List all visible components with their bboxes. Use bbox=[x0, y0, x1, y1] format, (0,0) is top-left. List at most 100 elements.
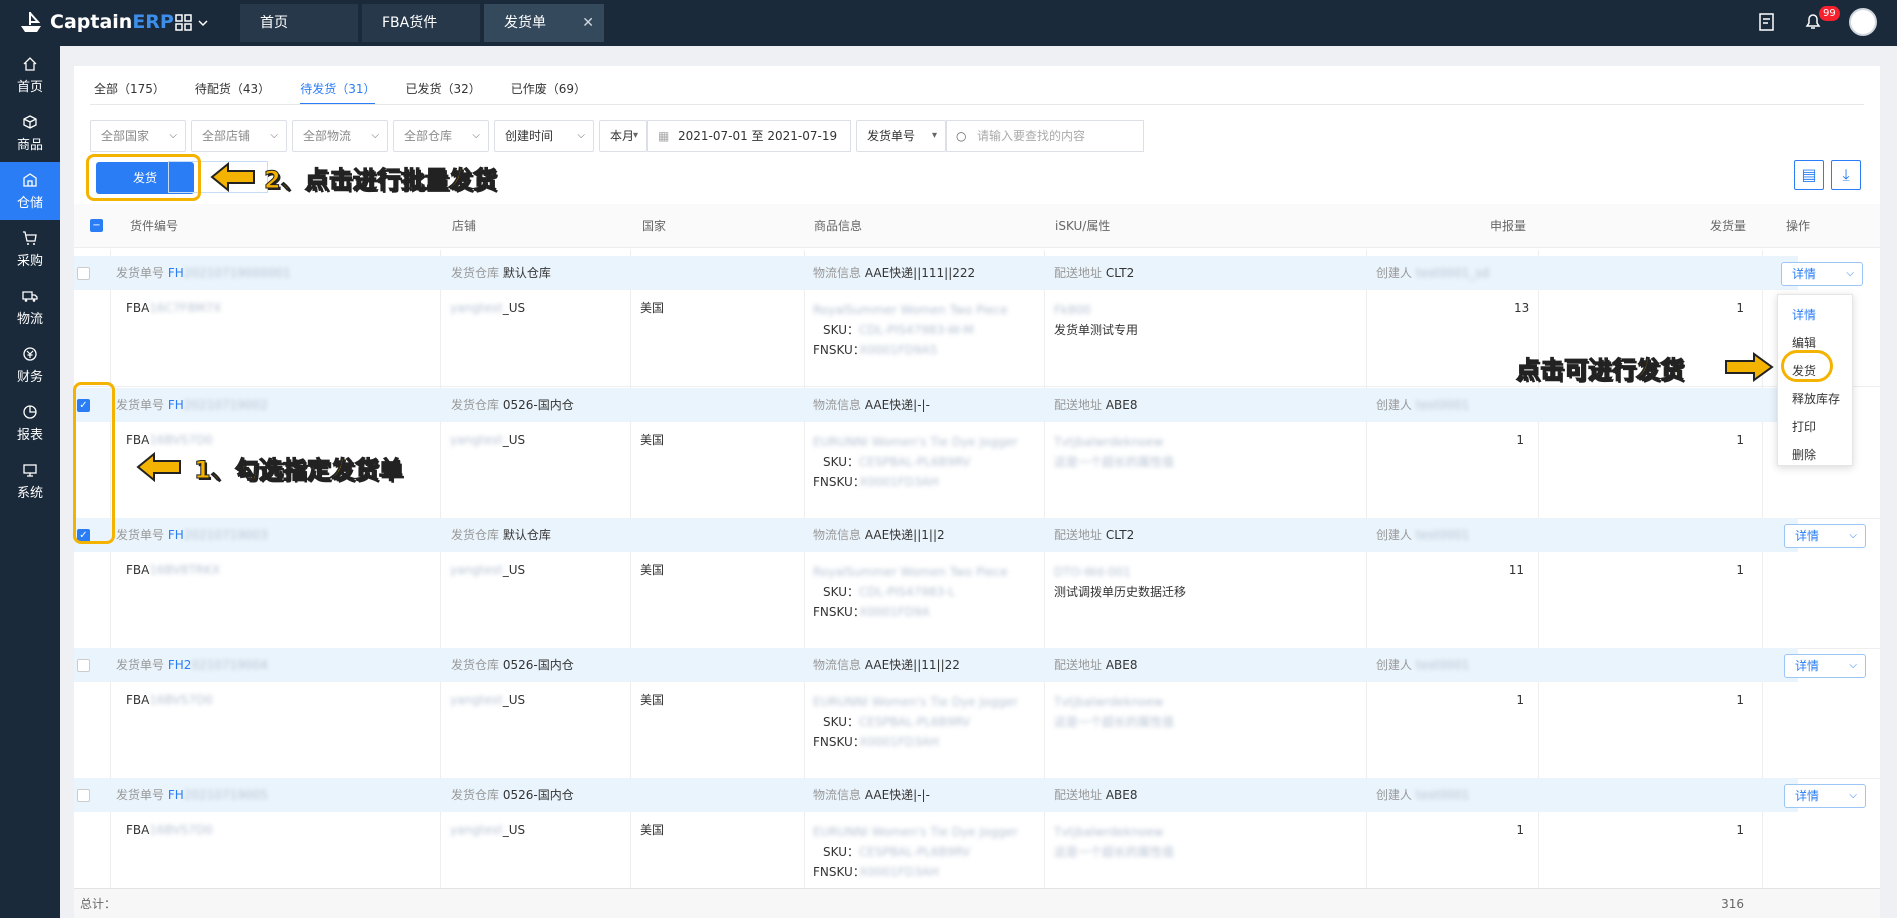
notification-button[interactable]: 99 bbox=[1803, 5, 1840, 34]
country-value: 美国 bbox=[640, 563, 665, 577]
nav-tab-home[interactable]: 首页 bbox=[240, 4, 358, 42]
select-value: 全部物流 bbox=[303, 129, 352, 143]
scrollbar[interactable] bbox=[1880, 46, 1897, 918]
detail-dropdown-button[interactable]: 详情 ⌵ bbox=[1784, 784, 1866, 808]
order-no-blurred[interactable]: 20210719000001 bbox=[184, 266, 291, 280]
order-no-blurred[interactable]: 20210719002 bbox=[184, 398, 268, 412]
sidebar-item-logistics[interactable]: 物流 bbox=[0, 278, 60, 336]
order-no-blurred[interactable]: 20210719005 bbox=[184, 788, 268, 802]
logistics-value: AAE快递||111||222 bbox=[864, 266, 976, 280]
isku-attribute: 测试调拨单历史数据迁移 bbox=[1054, 585, 1187, 599]
isku-info: Tvtjbalwrdeknoew 这是一个超长的属性值 bbox=[1054, 822, 1174, 862]
detail-label: 详情 bbox=[1795, 529, 1820, 543]
sidebar-item-reports[interactable]: 报表 bbox=[0, 394, 60, 452]
logistics-label: 物流信息 bbox=[813, 528, 862, 542]
chevron-down-icon: ⌵ bbox=[1849, 530, 1857, 541]
order-no-link[interactable]: FH bbox=[168, 398, 184, 412]
highlight-checkboxes bbox=[73, 382, 115, 544]
logistics-select[interactable]: 全部物流 ⌵ bbox=[292, 120, 388, 152]
fnsku-label: FNSKU： bbox=[813, 475, 865, 489]
fnsku-blurred: X0001FD3AH bbox=[859, 735, 939, 749]
order-no-link[interactable]: FH bbox=[168, 788, 184, 802]
order-no-link[interactable]: FH bbox=[168, 528, 184, 542]
sidebar-item-system[interactable]: 系统 bbox=[0, 452, 60, 510]
sidebar-item-home[interactable]: 首页 bbox=[0, 46, 60, 104]
detail-dropdown-button[interactable]: 详情 ⌵ bbox=[1784, 524, 1866, 548]
menu-item-print[interactable]: 打印 bbox=[1778, 413, 1852, 441]
order-no-link[interactable]: FH bbox=[168, 266, 184, 280]
grid-icon bbox=[175, 14, 192, 31]
chevron-down-icon: ⌵ bbox=[371, 130, 379, 141]
sidebar-item-products[interactable]: 商品 bbox=[0, 104, 60, 162]
column-header: 店铺 bbox=[452, 219, 477, 233]
sidebar-item-warehouse[interactable]: 仓储 bbox=[0, 162, 60, 220]
task-icon[interactable] bbox=[1757, 12, 1777, 32]
tab-voided[interactable]: 已作废（69） bbox=[511, 80, 586, 105]
tab-pending-allocation[interactable]: 待配货（43） bbox=[195, 80, 270, 105]
detail-label: 详情 bbox=[1792, 267, 1817, 281]
warehouse-label: 发货仓库 bbox=[451, 528, 500, 542]
order-no-link[interactable]: FH2 bbox=[168, 658, 192, 672]
shop-name: yangtest_US bbox=[450, 298, 525, 318]
row-checkbox[interactable] bbox=[77, 659, 90, 672]
logistics-value: AAE快递|-|- bbox=[864, 788, 930, 802]
table-row-group: ✓ 发货单号 FH20210719003 发货仓库 默认仓库 物流信息 AAE快… bbox=[74, 518, 1798, 552]
sku-label: SKU： bbox=[823, 715, 859, 729]
sidebar-item-purchase[interactable]: 采购 bbox=[0, 220, 60, 278]
nav-tab-shipping-order[interactable]: 发货单 ✕ bbox=[484, 4, 604, 42]
nav-tab-fba[interactable]: FBA货件 bbox=[362, 4, 480, 42]
time-type-select[interactable]: 创建时间 ⌵ bbox=[494, 120, 594, 152]
app-logo[interactable]: Captain ERP bbox=[18, 10, 174, 34]
logistics-label: 物流信息 bbox=[813, 658, 862, 672]
period-select[interactable]: 本月 ▾ bbox=[599, 120, 647, 152]
chevron-down-icon: ⌵ bbox=[1846, 268, 1854, 279]
isku-info: Tvtjbalwrdeknoew 这是一个超长的属性值 bbox=[1054, 692, 1174, 732]
sidebar-item-finance[interactable]: 财务 bbox=[0, 336, 60, 394]
search-field-select[interactable]: 发货单号 ▾ bbox=[856, 120, 946, 152]
row-checkbox[interactable] bbox=[77, 789, 90, 802]
menu-item-detail[interactable]: 详情 bbox=[1778, 301, 1852, 329]
isku-info: Fk800 发货单测试专用 bbox=[1054, 300, 1138, 340]
select-value: 全部店铺 bbox=[202, 129, 251, 143]
close-icon[interactable]: ✕ bbox=[582, 4, 594, 42]
column-header: 商品信息 bbox=[814, 219, 863, 233]
address-label: 配送地址 bbox=[1054, 266, 1103, 280]
chevron-down-icon: ⌵ bbox=[169, 130, 177, 141]
country-select[interactable]: 全部国家 ⌵ bbox=[90, 120, 186, 152]
shop-blurred: yangtest bbox=[450, 433, 503, 447]
warehouse-select[interactable]: 全部仓库 ⌵ bbox=[393, 120, 489, 152]
box-icon bbox=[23, 114, 37, 129]
product-info: EURUNNI Women's Tie Dye Jogger SKU：CESPB… bbox=[813, 432, 1023, 492]
select-all-checkbox[interactable]: − bbox=[90, 219, 103, 232]
column-header: 国家 bbox=[642, 219, 667, 233]
row-checkbox[interactable] bbox=[77, 267, 90, 280]
fba-id: FBA16C7F8M7X bbox=[126, 298, 221, 318]
sku-label: SKU： bbox=[823, 323, 859, 337]
menu-item-delete[interactable]: 删除 bbox=[1778, 441, 1852, 469]
tab-all[interactable]: 全部（175） bbox=[94, 80, 165, 105]
date-range-picker[interactable]: ▦ 2021-07-01 至 2021-07-19 bbox=[647, 120, 851, 152]
tab-shipped[interactable]: 已发货（32） bbox=[405, 80, 480, 105]
table-row-group: 发货单号 FH20210719005 发货仓库 0526-国内仓 物流信息 AA… bbox=[74, 778, 1798, 812]
print-button[interactable]: ▤ bbox=[1794, 160, 1824, 190]
shop-select[interactable]: 全部店铺 ⌵ bbox=[191, 120, 287, 152]
avatar[interactable] bbox=[1849, 8, 1877, 36]
order-no-blurred[interactable]: 20210719003 bbox=[184, 528, 268, 542]
search-input[interactable]: ○ 请输入要查找的内容 bbox=[946, 120, 1144, 152]
fba-blurred: 16BVS7D0 bbox=[149, 433, 213, 447]
fba-blurred: 16BVS7D0 bbox=[149, 823, 213, 837]
table-footer: 总计： 316 bbox=[74, 888, 1880, 918]
isku-blurred: Fk800 bbox=[1054, 303, 1091, 317]
download-button[interactable]: ⤓ bbox=[1831, 160, 1861, 190]
apps-menu-button[interactable] bbox=[175, 14, 209, 32]
detail-dropdown-button[interactable]: 详情 ⌵ bbox=[1781, 262, 1863, 286]
sidebar-item-label: 财务 bbox=[16, 369, 43, 385]
order-no-blurred[interactable]: 0210719004 bbox=[191, 658, 267, 672]
table-header: − 货件编号 店铺 国家 商品信息 iSKU/属性 申报量 发货量 操作 bbox=[74, 204, 1880, 248]
caret-down-icon: ▾ bbox=[931, 130, 937, 141]
detail-dropdown-button[interactable]: 详情 ⌵ bbox=[1784, 654, 1866, 678]
menu-item-release-stock[interactable]: 释放库存 bbox=[1778, 385, 1852, 413]
shop-blurred: yangtest bbox=[450, 823, 503, 837]
shop-suffix: _US bbox=[502, 563, 526, 577]
tab-pending-shipment[interactable]: 待发货（31） bbox=[300, 80, 376, 105]
